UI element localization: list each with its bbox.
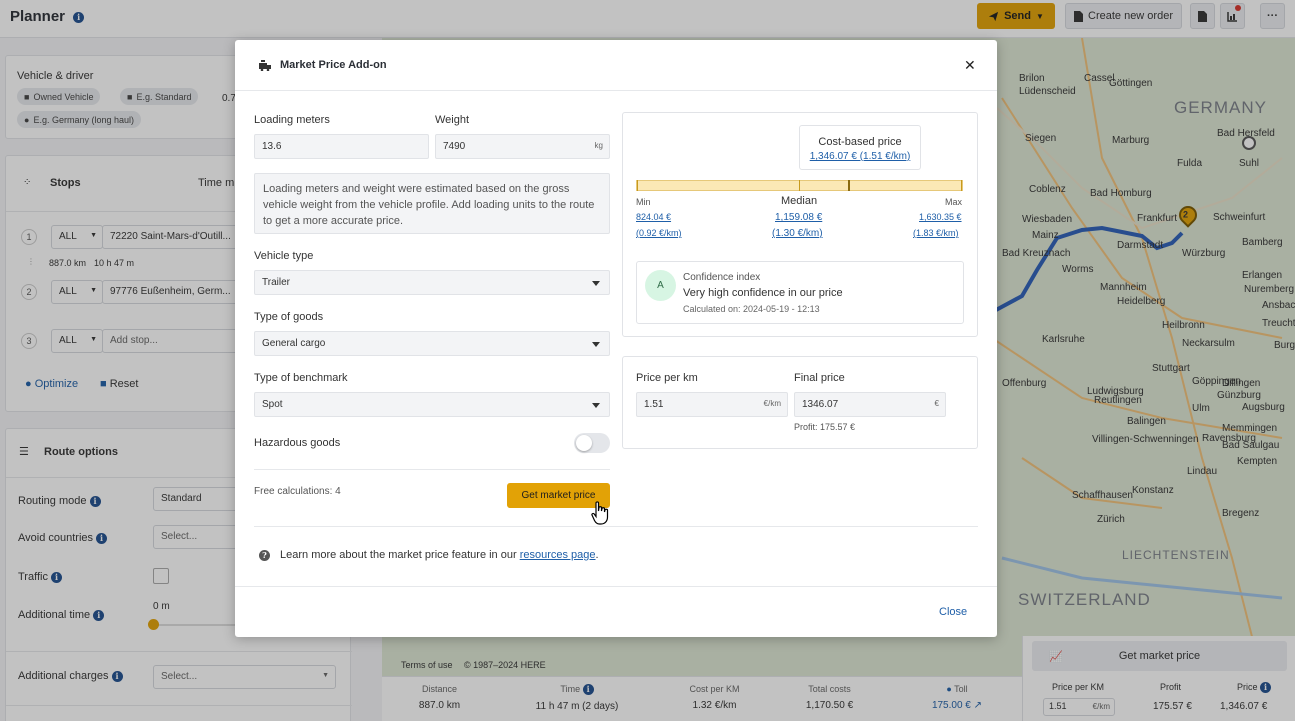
close-button[interactable]: Close: [939, 606, 967, 618]
range-max-value[interactable]: 1,630.35 €: [919, 212, 962, 222]
final-price-label: Final price: [794, 372, 845, 384]
hazardous-label: Hazardous goods: [254, 437, 341, 449]
weight-unit: kg: [594, 141, 603, 150]
range-median-value[interactable]: 1,159.08 €: [775, 212, 822, 223]
cost-based-title: Cost-based price: [818, 136, 902, 148]
range-marker-median: [799, 180, 800, 191]
range-min-label: Min: [636, 197, 651, 207]
market-range-panel: Cost-based price 1,346.07 € (1.51 €/km) …: [622, 112, 978, 337]
range-min-value[interactable]: 824.04 €: [636, 212, 671, 222]
learn-more-text: Learn more about the market price featur…: [280, 549, 599, 561]
hand-cursor-icon: [591, 501, 609, 525]
close-icon[interactable]: ✕: [964, 57, 976, 74]
confidence-text: Very high confidence in our price: [683, 287, 843, 299]
range-max-label: Max: [945, 197, 963, 207]
divider: [235, 586, 997, 587]
vehicle-type-label: Vehicle type: [254, 250, 314, 262]
hazardous-toggle[interactable]: [574, 433, 610, 453]
confidence-grade-badge: A: [645, 270, 676, 301]
price-per-km-unit: €/km: [763, 399, 781, 408]
confidence-calculated: Calculated on: 2024-05-19 - 12:13: [683, 304, 820, 314]
market-price-modal: Market Price Add-on ✕ Loading meters 13.…: [235, 40, 997, 637]
price-per-km-input[interactable]: 1.51 €/km: [636, 392, 788, 417]
price-range-bar: [636, 180, 963, 191]
goods-type-label: Type of goods: [254, 311, 324, 323]
benchmark-select[interactable]: Spot: [254, 392, 610, 417]
range-min-per-km[interactable]: (0.92 €/km): [636, 228, 682, 238]
divider: [254, 469, 610, 470]
modal-header: Market Price Add-on ✕: [235, 40, 997, 91]
cost-based-price-box: Cost-based price 1,346.07 € (1.51 €/km): [799, 125, 921, 170]
vehicle-type-select[interactable]: Trailer: [254, 270, 610, 295]
caret-down-icon: [592, 342, 600, 347]
goods-type-select[interactable]: General cargo: [254, 331, 610, 356]
modal-title: Market Price Add-on: [280, 59, 387, 71]
weight-input[interactable]: 7490 kg: [435, 134, 610, 159]
truck-money-icon: [259, 60, 271, 71]
estimate-note: Loading meters and weight were estimated…: [254, 173, 610, 234]
profit-text: Profit: 175.57 €: [794, 422, 856, 432]
help-icon: ?: [259, 550, 270, 561]
benchmark-label: Type of benchmark: [254, 372, 348, 384]
confidence-title: Confidence index: [683, 272, 761, 283]
caret-down-icon: [592, 281, 600, 286]
final-price-unit: €: [934, 399, 939, 408]
range-max-per-km[interactable]: (1.83 €/km): [913, 228, 959, 238]
loading-meters-label: Loading meters: [254, 114, 330, 126]
range-marker-cost: [848, 180, 850, 191]
range-marker-min: [637, 180, 638, 191]
free-calculations: Free calculations: 4: [254, 486, 341, 497]
loading-meters-input[interactable]: 13.6: [254, 134, 429, 159]
resources-link[interactable]: resources page: [520, 549, 596, 561]
caret-down-icon: [592, 403, 600, 408]
confidence-box: A Confidence index Very high confidence …: [636, 261, 964, 324]
divider: [254, 526, 978, 527]
weight-label: Weight: [435, 114, 470, 126]
range-median-per-km[interactable]: (1.30 €/km): [772, 228, 823, 239]
final-price-panel: Price per km 1.51 €/km Final price 1346.…: [622, 356, 978, 449]
range-marker-max: [961, 180, 962, 191]
price-per-km-label: Price per km: [636, 372, 698, 384]
cost-based-value[interactable]: 1,346.07 € (1.51 €/km): [800, 151, 920, 162]
range-median-label: Median: [781, 195, 818, 207]
final-price-input[interactable]: 1346.07 €: [794, 392, 946, 417]
